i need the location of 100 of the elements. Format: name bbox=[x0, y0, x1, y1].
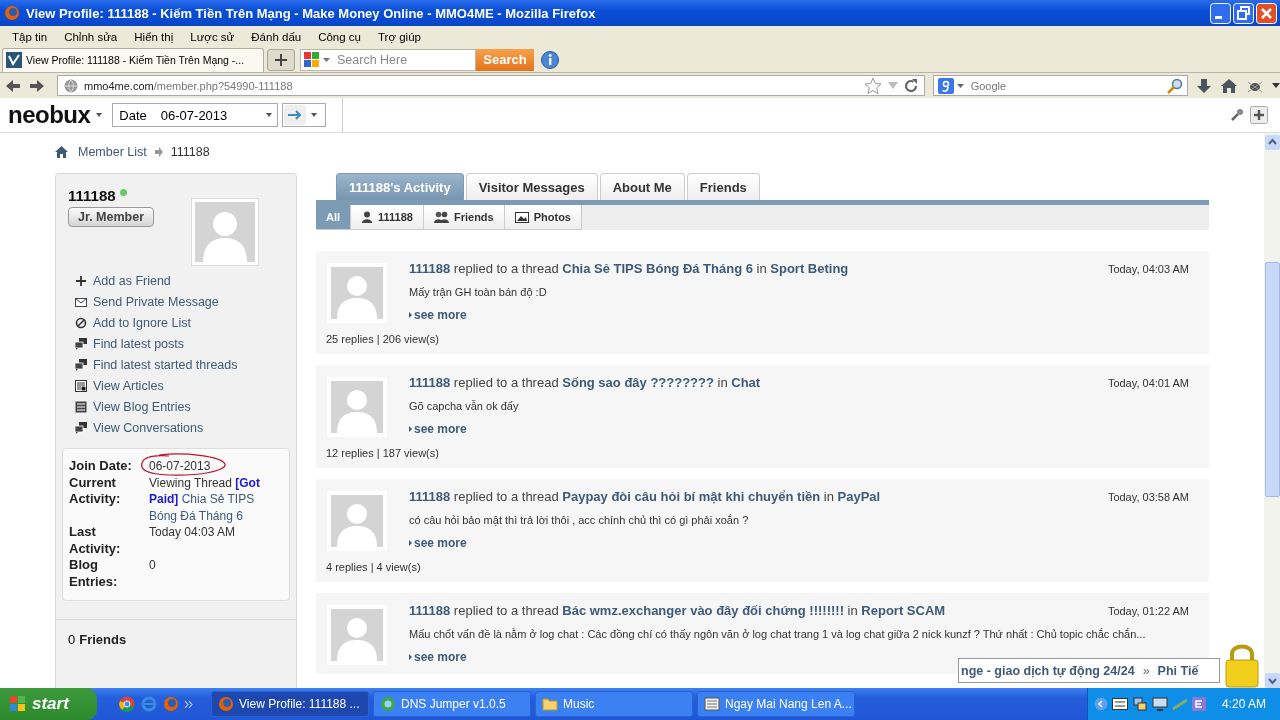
window-title: View Profile: 111188 - Kiếm Tiền Trên Mạng - Make Money Online - MMO4ME - Mozilla Firefox bbox=[26, 5, 596, 21]
search-input[interactable]: Search Here bbox=[333, 52, 453, 67]
folder-icon bbox=[542, 696, 558, 712]
site-icon bbox=[6, 52, 22, 68]
taskbar-button[interactable]: Ngay Mai Nang Len A... bbox=[697, 691, 855, 717]
browser-tab[interactable]: View Profile: 111188 - Kiếm Tiền Trên Mạng -... bbox=[2, 47, 264, 72]
profile-action-link[interactable]: Find latest started threads bbox=[93, 357, 238, 372]
chrome-icon[interactable] bbox=[119, 696, 135, 712]
search-bar[interactable]: Search Here bbox=[300, 48, 476, 71]
clock: 4:20 AM bbox=[1221, 697, 1266, 711]
firefox-icon bbox=[218, 696, 234, 712]
menu-item[interactable]: Công cụ bbox=[313, 30, 366, 43]
url-text: mmo4me.com/member.php?54990-111188 bbox=[84, 79, 293, 92]
info-label: Last Activity: bbox=[69, 524, 122, 557]
wrench-icon[interactable] bbox=[1230, 108, 1244, 122]
speech-bubbles-icon bbox=[75, 421, 87, 434]
e-icon[interactable] bbox=[1191, 697, 1206, 711]
thread-stats: 25 replies | 206 view(s) bbox=[326, 333, 440, 345]
go-button[interactable] bbox=[282, 103, 327, 127]
document-icon bbox=[704, 696, 720, 712]
info-label: Current Activity: bbox=[69, 474, 122, 508]
search-icon[interactable] bbox=[1167, 77, 1183, 94]
menu-item[interactable]: Tập tin bbox=[7, 30, 53, 43]
info-label: Blog Entries: bbox=[69, 557, 119, 590]
info-icon[interactable] bbox=[540, 49, 560, 70]
triangle-icon bbox=[409, 540, 412, 546]
neobux-logo[interactable]: neobux bbox=[8, 101, 91, 129]
profile-action-link[interactable]: Send Private Message bbox=[93, 294, 219, 309]
filter-tab[interactable]: 111188 bbox=[351, 205, 424, 230]
caret-icon[interactable] bbox=[96, 113, 103, 117]
address-field[interactable]: mmo4me.com/member.php?54990-111188 bbox=[57, 75, 925, 96]
search-engine-icon bbox=[304, 51, 320, 68]
profile-action-link[interactable]: View Articles bbox=[93, 378, 164, 393]
menu-item[interactable]: Chỉnh sửa bbox=[59, 30, 123, 43]
post-excerpt: Gõ capcha vẫn ok đấy bbox=[409, 400, 520, 412]
filter-tab[interactable]: Photos bbox=[504, 205, 582, 230]
globe-icon bbox=[64, 78, 78, 93]
breadcrumb-current: 111188 bbox=[170, 145, 210, 159]
restore-icon[interactable] bbox=[1233, 2, 1254, 24]
profile-action-link[interactable]: Add to Ignore List bbox=[93, 315, 191, 330]
taskbar-button[interactable]: DNS Jumper v1.0.5 bbox=[373, 691, 531, 717]
post-excerpt: Mấu chốt vấn đề là nằm ở log chat : Các đồng chí có thấy ngôn văn ở log chat trang 1 và log chat giữa 2 nick kunzf ? Thứ nhất : Chủ topic chắc chắn... bbox=[409, 628, 1147, 640]
see-more-link[interactable]: see more bbox=[409, 422, 467, 436]
new-tab-button[interactable] bbox=[267, 48, 295, 71]
caret-icon bbox=[311, 113, 318, 117]
info-value: Today 04:03 AM bbox=[149, 525, 236, 539]
taskbar-button[interactable]: Music bbox=[535, 691, 693, 717]
speech-bubbles-icon bbox=[75, 358, 87, 371]
friends-count: 0 bbox=[68, 632, 76, 647]
triangle-icon bbox=[409, 654, 412, 660]
activity-text: Viewing Thread [Got Paid] Chia Sẻ TIPS Bóng Đá Tháng 6 bbox=[149, 474, 261, 524]
menu-item[interactable]: Hiển thị bbox=[129, 30, 179, 43]
info-value: 06-07-2013 bbox=[149, 459, 211, 473]
menu-item[interactable]: Trợ giúp bbox=[373, 30, 426, 43]
info-label: Join Date: bbox=[69, 458, 133, 475]
taskbar-button[interactable]: View Profile: 111188 ... bbox=[211, 691, 369, 717]
see-more-link[interactable]: see more bbox=[409, 536, 467, 550]
info-value: 0 bbox=[149, 558, 156, 572]
caret-icon[interactable] bbox=[1272, 83, 1280, 88]
profile-action-link[interactable]: View Blog Entries bbox=[93, 399, 191, 414]
profile-action-link[interactable]: View Conversations bbox=[93, 420, 204, 435]
timestamp: Today, 01:22 AM bbox=[1107, 605, 1189, 617]
timestamp: Today, 04:03 AM bbox=[1107, 263, 1189, 275]
scroll-thumb[interactable] bbox=[1264, 262, 1280, 497]
menu-item[interactable]: Đánh dấu bbox=[246, 30, 307, 43]
close-icon[interactable] bbox=[1256, 2, 1277, 24]
profile-action-link[interactable]: Add as Friend bbox=[93, 273, 171, 288]
star-icon[interactable] bbox=[863, 76, 882, 95]
activity-headline: 111188 replied to a thread Paypay đòi câu hỏi bí mật khi chuyển tiền in PayPal bbox=[409, 489, 882, 504]
profile-tab[interactable]: Visitor Messages bbox=[465, 173, 598, 200]
back-icon[interactable] bbox=[5, 77, 21, 94]
network-icon[interactable] bbox=[1131, 697, 1148, 711]
see-more-link[interactable]: see more bbox=[409, 650, 467, 664]
menu-item[interactable]: Lược sử bbox=[185, 30, 240, 43]
monitor-icon[interactable] bbox=[1151, 697, 1168, 711]
minimize-icon[interactable] bbox=[1210, 2, 1231, 24]
globe-icon bbox=[380, 696, 396, 712]
see-more-link[interactable]: see more bbox=[409, 308, 467, 322]
filter-tab[interactable]: Friends bbox=[423, 205, 505, 230]
web-search-field[interactable]: Google bbox=[932, 75, 1188, 96]
profile-action-link[interactable]: Find latest posts bbox=[93, 336, 184, 351]
breadcrumb-link[interactable]: Member List bbox=[78, 145, 147, 159]
profile-tab[interactable]: Friends bbox=[686, 173, 760, 200]
date-select[interactable]: Date 06-07-2013 bbox=[112, 103, 279, 127]
keyboard-icon[interactable] bbox=[1111, 697, 1128, 711]
chevron-icon[interactable] bbox=[185, 700, 193, 708]
home-icon[interactable] bbox=[55, 146, 68, 158]
download-icon[interactable] bbox=[1196, 77, 1212, 94]
thread-stats: 12 replies | 187 view(s) bbox=[326, 447, 440, 459]
start-button[interactable]: start bbox=[0, 688, 97, 720]
web-search-input[interactable]: Google bbox=[966, 78, 1164, 93]
forward-icon[interactable] bbox=[29, 77, 45, 94]
home-icon[interactable] bbox=[1220, 77, 1238, 94]
add-icon[interactable] bbox=[1250, 106, 1268, 124]
g-icon bbox=[937, 77, 954, 94]
reload-icon[interactable] bbox=[903, 78, 918, 93]
username: 111188 bbox=[68, 186, 116, 204]
chevron-icon[interactable] bbox=[1093, 697, 1108, 711]
profile-tab[interactable]: About Me bbox=[599, 173, 685, 200]
scrollbar[interactable] bbox=[1264, 133, 1280, 688]
